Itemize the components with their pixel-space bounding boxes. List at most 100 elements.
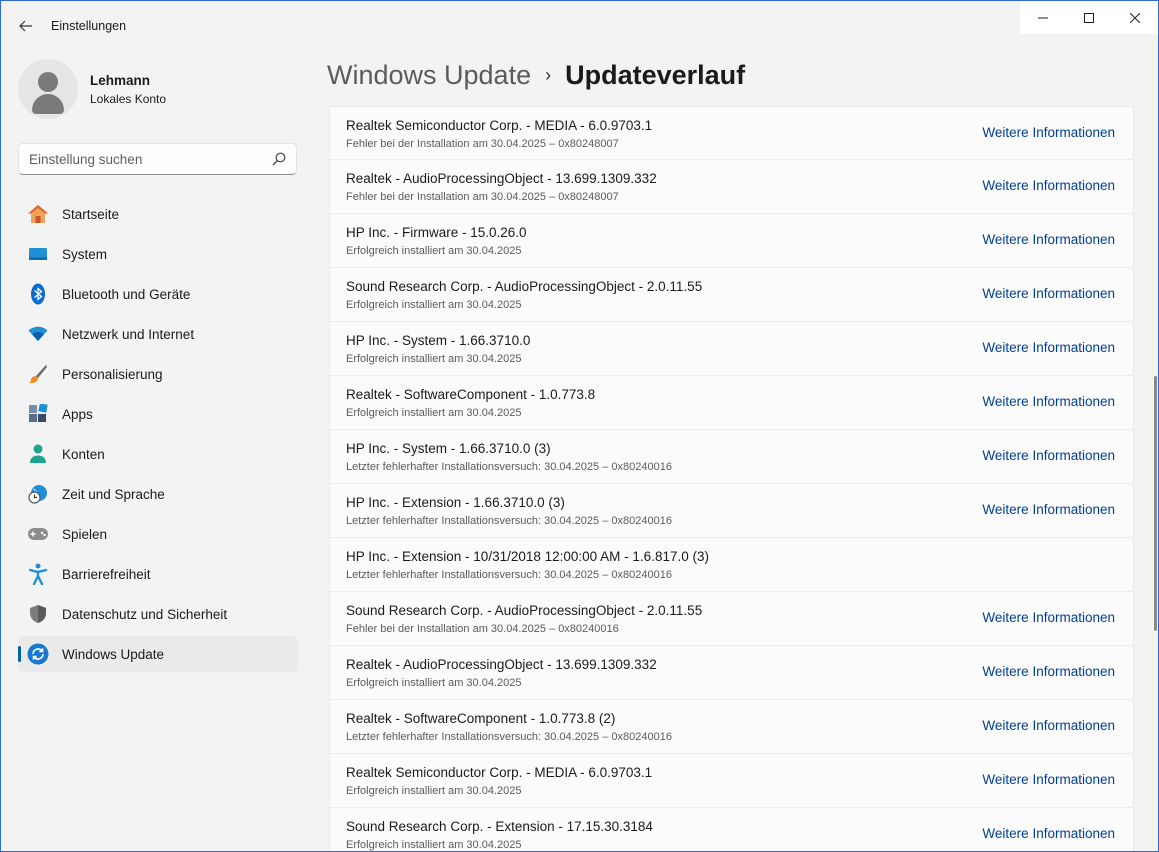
- scrollbar-thumb[interactable]: [1154, 376, 1157, 631]
- list-item: Realtek - SoftwareComponent - 1.0.773.8 …: [329, 376, 1134, 430]
- profile-name: Lehmann: [90, 72, 151, 88]
- breadcrumb-parent[interactable]: Windows Update: [327, 60, 531, 91]
- sidebar-item-label: Zeit und Sprache: [62, 486, 165, 502]
- title-bar: Einstellungen: [1, 1, 1158, 51]
- list-item: HP Inc. - System - 1.66.3710.0 (3) Letzt…: [329, 430, 1134, 484]
- more-info-link[interactable]: Weitere Informationen: [982, 610, 1115, 625]
- update-title: Realtek - SoftwareComponent - 1.0.773.8 …: [346, 711, 616, 726]
- sidebar-item-netzwerk[interactable]: Netzwerk und Internet: [18, 316, 298, 352]
- sidebar-item-label: Spielen: [62, 526, 108, 542]
- sidebar-item-system[interactable]: System: [18, 236, 298, 272]
- user-profile[interactable]: Lehmann Lokales Konto: [18, 59, 166, 119]
- search-input[interactable]: [19, 144, 259, 174]
- update-status: Fehler bei der Installation am 30.04.202…: [346, 623, 619, 635]
- update-title: Sound Research Corp. - AudioProcessingOb…: [346, 279, 703, 294]
- more-info-link[interactable]: Weitere Informationen: [982, 125, 1115, 140]
- sidebar-item-label: Netzwerk und Internet: [62, 326, 195, 342]
- list-item: HP Inc. - System - 1.66.3710.0 Erfolgrei…: [329, 322, 1134, 376]
- page-title: Updateverlauf: [565, 60, 746, 90]
- more-info-link[interactable]: Weitere Informationen: [982, 826, 1115, 841]
- minimize-icon: [1038, 17, 1048, 18]
- sidebar-item-zeit-sprache[interactable]: Zeit und Sprache: [18, 476, 298, 512]
- account-icon: [27, 443, 49, 465]
- breadcrumb: Windows Update › Updateverlauf: [327, 60, 745, 91]
- update-status: Letzter fehlerhafter Installationsversuc…: [346, 515, 672, 527]
- update-title: Realtek - AudioProcessingObject - 13.699…: [346, 657, 657, 672]
- update-title: HP Inc. - Firmware - 15.0.26.0: [346, 225, 527, 240]
- update-status: Fehler bei der Installation am 30.04.202…: [346, 138, 619, 150]
- gamepad-icon: [27, 523, 49, 545]
- list-item: Realtek Semiconductor Corp. - MEDIA - 6.…: [329, 106, 1134, 160]
- update-status: Letzter fehlerhafter Installationsversuc…: [346, 569, 672, 581]
- list-item: HP Inc. - Extension - 1.66.3710.0 (3) Le…: [329, 484, 1134, 538]
- update-title: Sound Research Corp. - Extension - 17.15…: [346, 819, 653, 834]
- update-title: HP Inc. - System - 1.66.3710.0 (3): [346, 441, 551, 456]
- list-item: HP Inc. - Extension - 10/31/2018 12:00:0…: [329, 538, 1134, 592]
- more-info-link[interactable]: Weitere Informationen: [982, 448, 1115, 463]
- update-title: HP Inc. - System - 1.66.3710.0: [346, 333, 531, 348]
- window-controls: [1020, 1, 1158, 34]
- chevron-right-icon: ›: [545, 65, 552, 85]
- update-status: Erfolgreich installiert am 30.04.2025: [346, 353, 522, 365]
- close-icon: [1130, 12, 1140, 23]
- update-title: Realtek - SoftwareComponent - 1.0.773.8: [346, 387, 596, 402]
- sidebar-item-label: System: [62, 246, 108, 262]
- sidebar-item-bluetooth[interactable]: Bluetooth und Geräte: [18, 276, 298, 312]
- sidebar-item-label: Windows Update: [62, 646, 165, 662]
- sidebar-item-apps[interactable]: Apps: [18, 396, 298, 432]
- avatar: [18, 59, 78, 119]
- update-status: Erfolgreich installiert am 30.04.2025: [346, 299, 522, 311]
- list-item: HP Inc. - Firmware - 15.0.26.0 Erfolgrei…: [329, 214, 1134, 268]
- minimize-button[interactable]: [1020, 1, 1066, 34]
- update-title: Sound Research Corp. - AudioProcessingOb…: [346, 603, 703, 618]
- update-status: Erfolgreich installiert am 30.04.2025: [346, 407, 522, 419]
- maximize-icon: [1084, 12, 1094, 23]
- brush-icon: [27, 363, 49, 385]
- sidebar-nav: Startseite System Bluetooth und Geräte N…: [18, 196, 298, 676]
- sidebar-item-label: Startseite: [62, 206, 120, 222]
- maximize-button[interactable]: [1066, 1, 1112, 34]
- close-button[interactable]: [1112, 1, 1158, 34]
- sidebar-item-label: Personalisierung: [62, 366, 163, 382]
- more-info-link[interactable]: Weitere Informationen: [982, 394, 1115, 409]
- update-status: Fehler bei der Installation am 30.04.202…: [346, 191, 619, 203]
- app-title: Einstellungen: [51, 19, 127, 33]
- sidebar-item-label: Apps: [62, 406, 93, 422]
- sidebar-item-label: Konten: [62, 446, 105, 462]
- clock-globe-icon: [27, 483, 49, 505]
- more-info-link[interactable]: Weitere Informationen: [982, 340, 1115, 355]
- sidebar-item-datenschutz[interactable]: Datenschutz und Sicherheit: [18, 596, 298, 632]
- more-info-link[interactable]: Weitere Informationen: [982, 232, 1115, 247]
- more-info-link[interactable]: Weitere Informationen: [982, 286, 1115, 301]
- sidebar-item-windows-update[interactable]: Windows Update: [18, 636, 298, 672]
- more-info-link[interactable]: Weitere Informationen: [982, 178, 1115, 193]
- list-item: Sound Research Corp. - AudioProcessingOb…: [329, 268, 1134, 322]
- update-title: Realtek - AudioProcessingObject - 13.699…: [346, 171, 657, 186]
- sidebar-item-spielen[interactable]: Spielen: [18, 516, 298, 552]
- sidebar-item-konten[interactable]: Konten: [18, 436, 298, 472]
- profile-account-type: Lokales Konto: [90, 91, 167, 106]
- update-title: Realtek Semiconductor Corp. - MEDIA - 6.…: [346, 118, 653, 133]
- more-info-link[interactable]: Weitere Informationen: [982, 664, 1115, 679]
- search-icon[interactable]: [272, 152, 286, 166]
- more-info-link[interactable]: Weitere Informationen: [982, 772, 1115, 787]
- list-item: Realtek - SoftwareComponent - 1.0.773.8 …: [329, 700, 1134, 754]
- sidebar-item-startseite[interactable]: Startseite: [18, 196, 298, 232]
- sidebar-item-personalisierung[interactable]: Personalisierung: [18, 356, 298, 392]
- update-status: Erfolgreich installiert am 30.04.2025: [346, 677, 522, 689]
- home-icon: [27, 203, 49, 225]
- settings-window: Einstellungen Lehmann Lokales Konto Eins…: [0, 0, 1159, 852]
- update-history-list: Realtek Semiconductor Corp. - MEDIA - 6.…: [329, 106, 1134, 851]
- update-status: Erfolgreich installiert am 30.04.2025: [346, 839, 522, 851]
- more-info-link[interactable]: Weitere Informationen: [982, 718, 1115, 733]
- search-box: [18, 143, 297, 175]
- back-button[interactable]: [11, 13, 41, 39]
- apps-icon: [27, 403, 49, 425]
- update-status: Erfolgreich installiert am 30.04.2025: [346, 245, 522, 257]
- arrow-left-icon: [19, 20, 32, 32]
- wifi-icon: [27, 323, 49, 345]
- sidebar-item-barrierefreiheit[interactable]: Barrierefreiheit: [18, 556, 298, 592]
- sidebar-item-label: Barrierefreiheit: [62, 566, 151, 582]
- more-info-link[interactable]: Weitere Informationen: [982, 502, 1115, 517]
- sidebar-item-label: Datenschutz und Sicherheit: [62, 606, 228, 622]
